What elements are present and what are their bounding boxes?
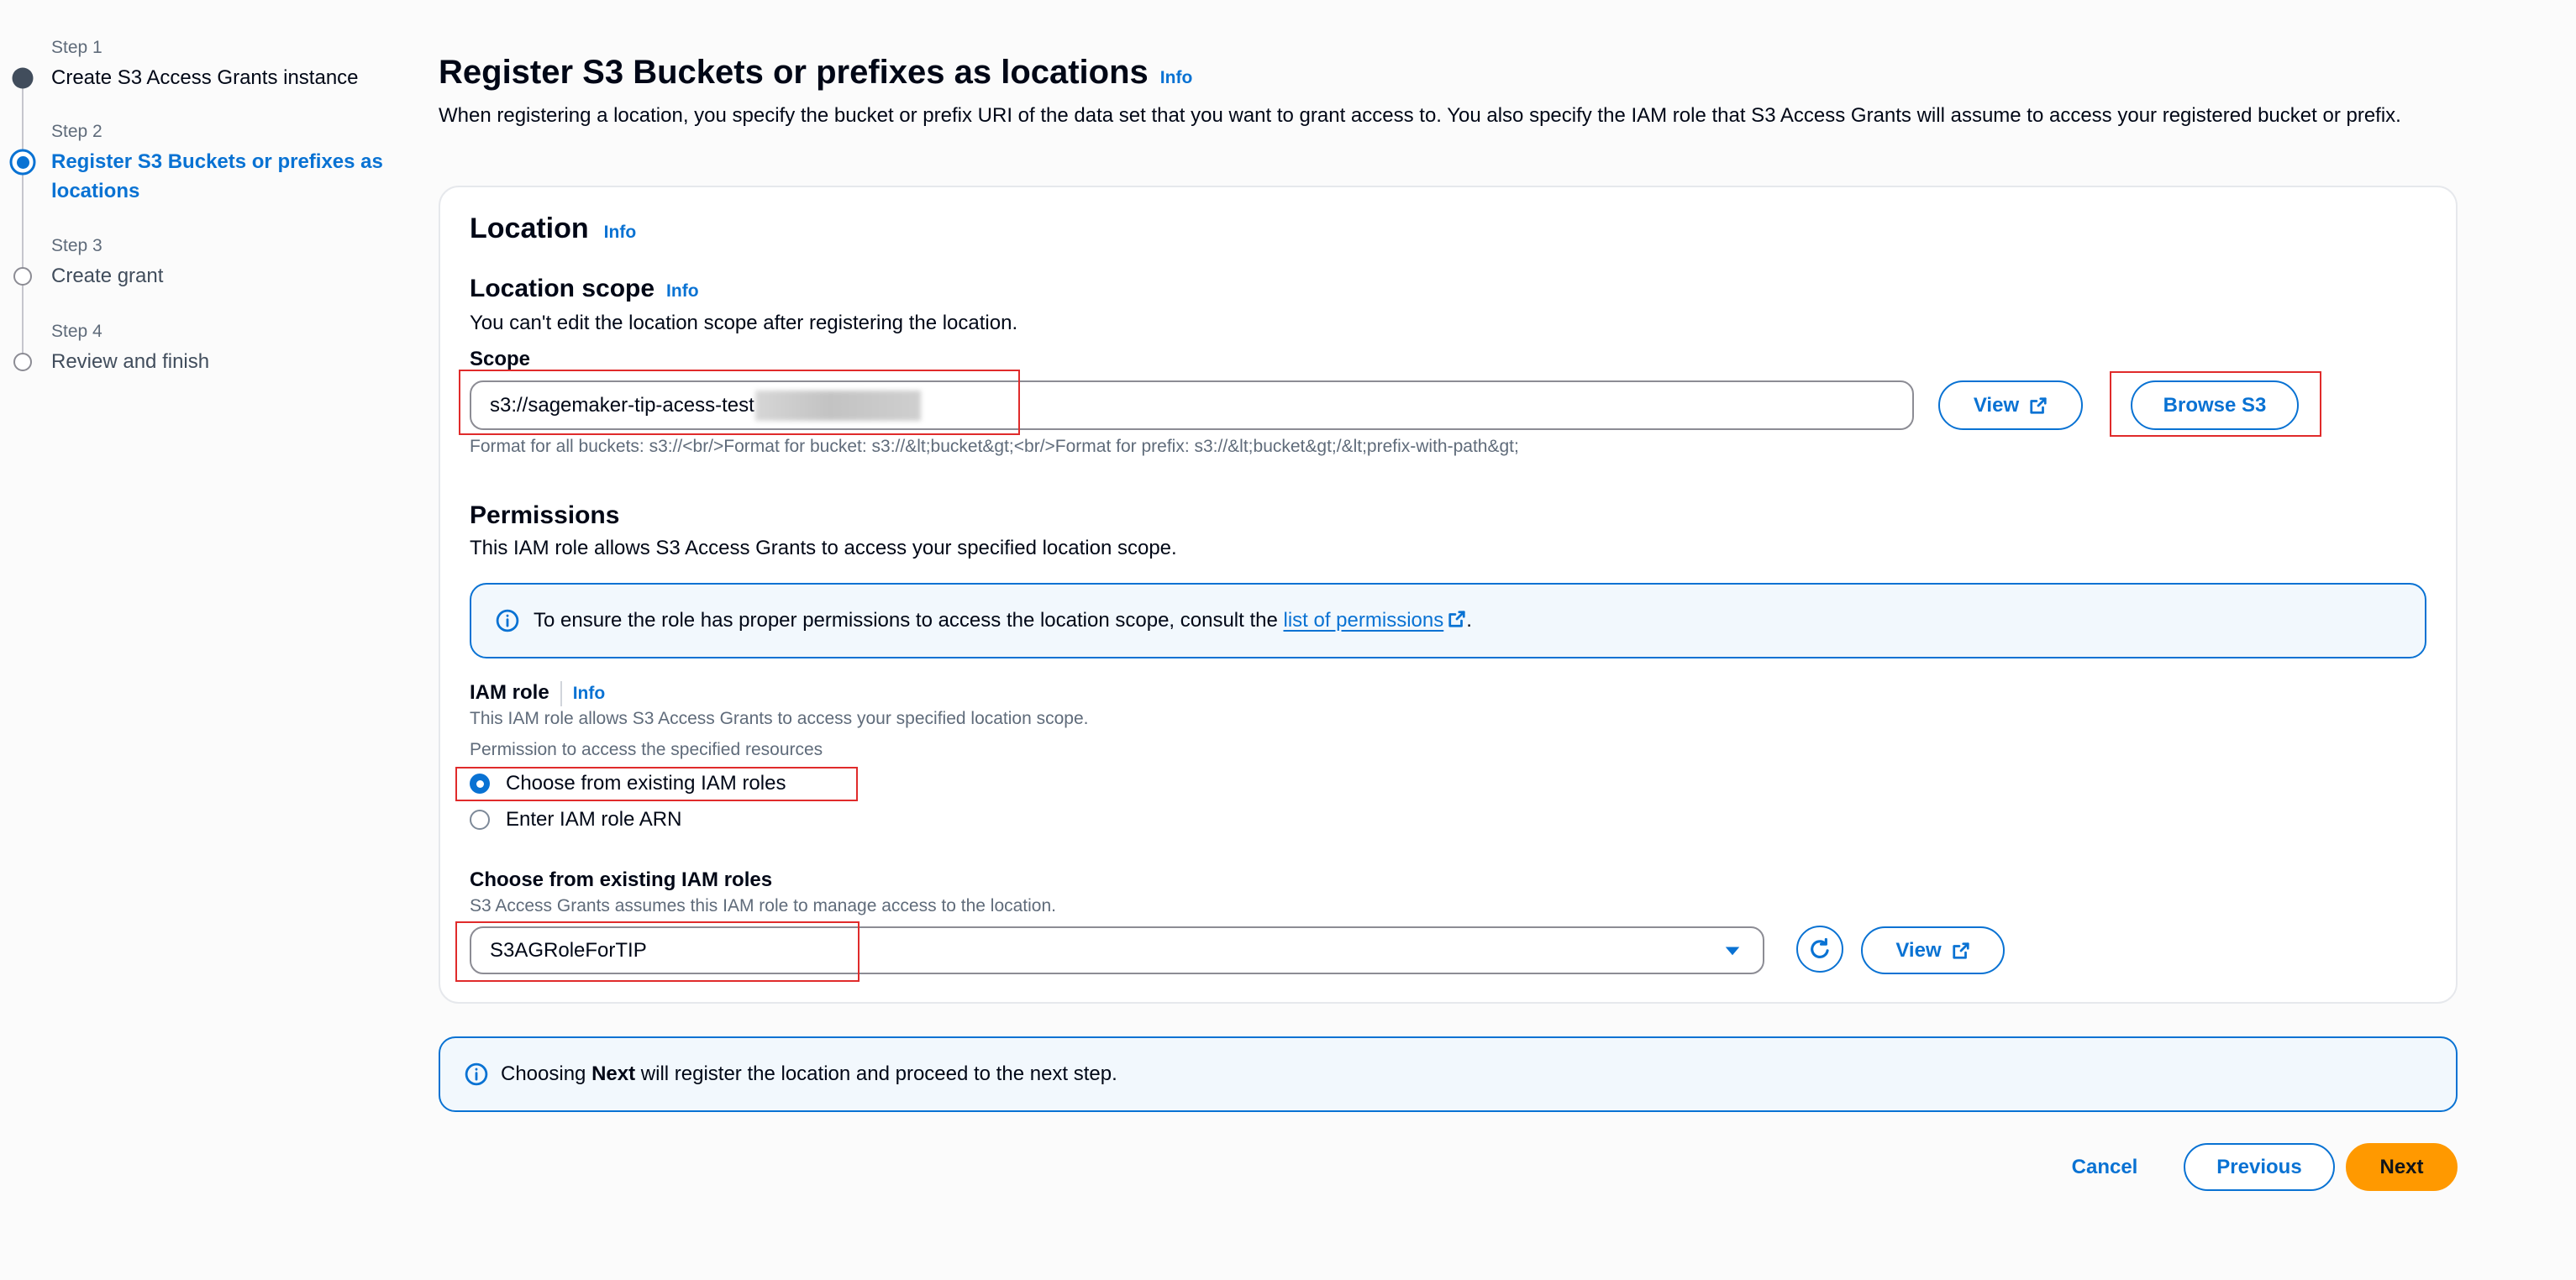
info-circle-icon	[465, 1062, 488, 1086]
step-number-label: Step 2	[51, 122, 103, 141]
list-of-permissions-label: list of permissions	[1283, 609, 1444, 632]
refresh-icon	[1811, 937, 1829, 958]
browse-s3-button[interactable]: Browse S3	[2131, 380, 2299, 430]
cancel-label: Cancel	[2071, 1155, 2138, 1178]
permissions-title: Permissions	[470, 501, 620, 529]
next-button[interactable]: Next	[2346, 1143, 2458, 1191]
location-scope-info-link[interactable]: Info	[666, 281, 698, 301]
permissions-description: This IAM role allows S3 Access Grants to…	[470, 537, 1177, 559]
alert-emphasis: Next	[591, 1062, 636, 1085]
view-scope-label: View	[1973, 393, 2020, 417]
browse-s3-label: Browse S3	[2163, 393, 2267, 417]
redacted-scope-suffix	[754, 390, 921, 421]
radio-button-icon[interactable]	[470, 810, 490, 830]
iam-role-info-link[interactable]: Info	[573, 684, 605, 703]
view-scope-button[interactable]: View	[1938, 380, 2083, 430]
iam-role-label: IAM role	[470, 681, 549, 704]
header-info-link[interactable]: Info	[1160, 68, 1192, 87]
location-scope-description: You can't edit the location scope after …	[470, 312, 1018, 334]
existing-roles-description: S3 Access Grants assumes this IAM role t…	[470, 896, 1056, 915]
info-circle-icon	[496, 609, 519, 632]
location-heading: Location Info	[470, 211, 636, 250]
iam-role-select[interactable]: S3AGRoleForTIP	[470, 926, 1764, 974]
radio-group-label: Permission to access the specified resou…	[470, 740, 823, 759]
step-number-label: Step 3	[51, 236, 103, 255]
view-role-label: View	[1895, 938, 1942, 962]
view-role-button[interactable]: View	[1861, 926, 2005, 974]
alert-text-before: Choosing	[501, 1062, 592, 1085]
radio-label[interactable]: Choose from existing IAM roles	[506, 769, 786, 798]
location-scope-title: Location scope	[470, 275, 655, 302]
location-container: Location Info Location scope Info You can'…	[439, 186, 2458, 1004]
step-number-label: Step 4	[51, 322, 103, 341]
wizard-step-4: Step 4 Review and finish	[13, 320, 434, 376]
scope-constraint-text: Format for all buckets: s3://<br/>Format…	[470, 437, 1519, 456]
permissions-info-alert: To ensure the role has proper permission…	[470, 583, 2426, 658]
previous-button[interactable]: Previous	[2184, 1143, 2335, 1191]
step-title: Create grant	[51, 265, 164, 287]
refresh-roles-button[interactable]	[1796, 926, 1843, 973]
external-link-icon	[2030, 396, 2047, 414]
wizard-step-1[interactable]: Step 1 Create S3 Access Grants instance	[12, 36, 434, 92]
step-title[interactable]: Create S3 Access Grants instance	[51, 63, 434, 92]
scope-input-value: s3://sagemaker-tip-acess-test	[490, 393, 754, 417]
caret-down-icon[interactable]	[1722, 941, 1743, 961]
page-description: When registering a location, you specify…	[439, 104, 2401, 127]
cancel-button[interactable]: Cancel	[2050, 1143, 2159, 1191]
external-link-icon	[1448, 611, 1465, 627]
location-title: Location	[470, 212, 589, 244]
step-title: Review and finish	[51, 350, 210, 373]
step-number-label: Step 1	[51, 38, 103, 57]
radio-label[interactable]: Enter IAM role ARN	[506, 805, 681, 834]
wizard-step-3: Step 3 Create grant	[13, 234, 434, 291]
location-info-link[interactable]: Info	[604, 223, 636, 242]
radio-enter-role-arn[interactable]: Enter IAM role ARN	[470, 805, 681, 834]
alert-content: To ensure the role has proper permission…	[534, 609, 1472, 632]
scope-field-label: Scope	[470, 348, 531, 370]
alert-text-after: .	[1466, 609, 1472, 632]
wizard-step-2[interactable]: Step 2 Register S3 Buckets or prefixes a…	[9, 120, 434, 206]
radio-choose-existing-role[interactable]: Choose from existing IAM roles	[470, 769, 786, 798]
page-title: Register S3 Buckets or prefixes as locat…	[439, 54, 1149, 91]
next-step-info-alert: Choosing Next will register the location…	[439, 1036, 2458, 1112]
previous-label: Previous	[2216, 1155, 2302, 1178]
existing-roles-label: Choose from existing IAM roles	[470, 868, 773, 891]
external-link-icon	[1953, 942, 1969, 959]
step-status-icon	[13, 353, 32, 371]
step-status-icon	[13, 267, 32, 286]
alert-text-after: will register the location and proceed t…	[635, 1062, 1117, 1085]
step-title[interactable]: Register S3 Buckets or prefixes as locat…	[51, 147, 434, 206]
iam-role-description: This IAM role allows S3 Access Grants to…	[470, 709, 1089, 728]
step-status-icon	[9, 149, 36, 176]
scope-input[interactable]: s3://sagemaker-tip-acess-test	[470, 380, 1914, 430]
step-status-icon	[12, 67, 34, 89]
label-divider	[560, 680, 562, 706]
step-connector-line	[22, 77, 24, 361]
alert-text-before: To ensure the role has proper permission…	[534, 609, 1284, 632]
page-header: Register S3 Buckets or prefixes as locat…	[439, 51, 1192, 99]
list-of-permissions-link[interactable]: list of permissions	[1284, 609, 1467, 632]
location-scope-heading: Location scope Info	[470, 273, 699, 307]
next-step-alert-content: Choosing Next will register the location…	[501, 1062, 1117, 1086]
next-label: Next	[2379, 1155, 2424, 1178]
radio-button-icon[interactable]	[470, 774, 490, 794]
iam-role-label-row: IAM role Info	[470, 679, 605, 708]
iam-role-select-value: S3AGRoleForTIP	[490, 938, 647, 962]
